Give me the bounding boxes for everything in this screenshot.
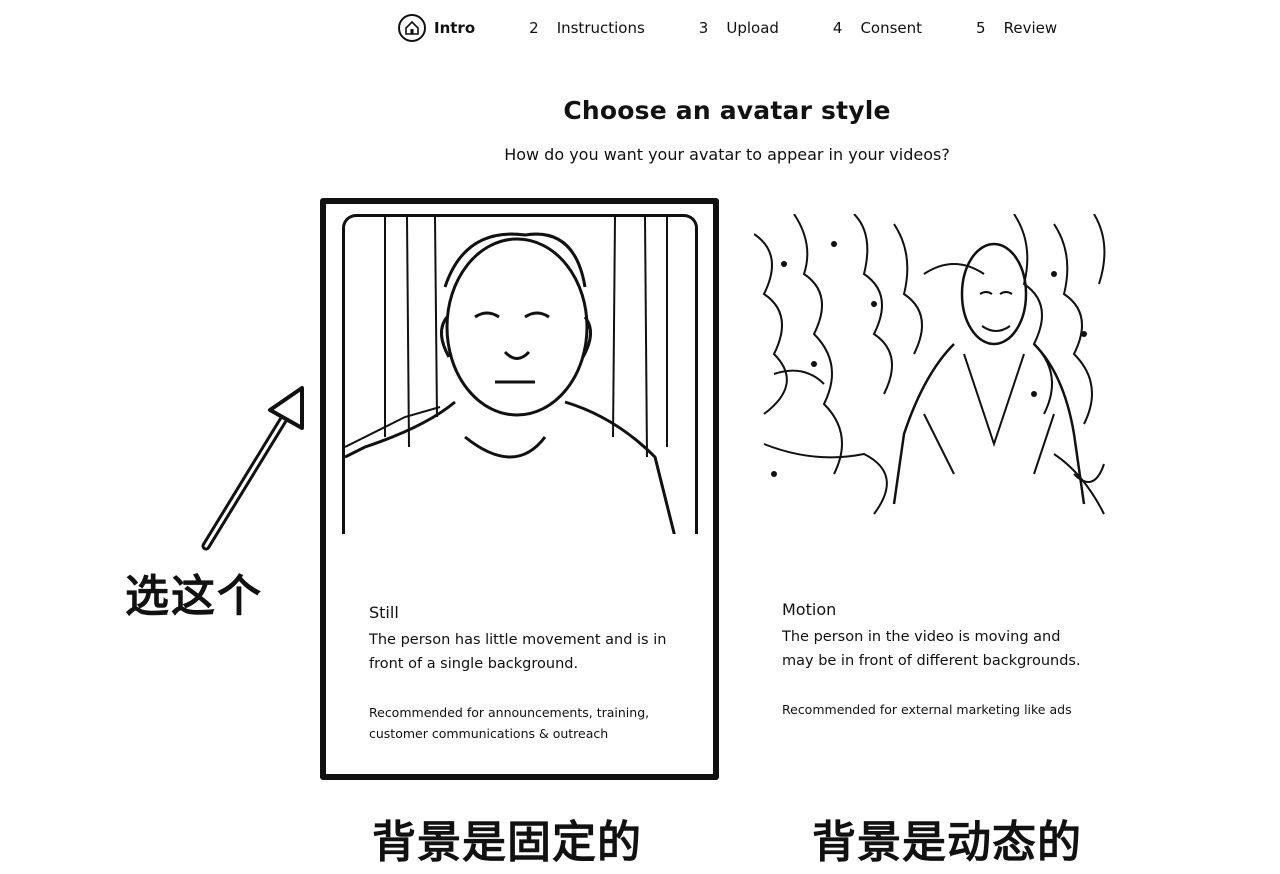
step-number: 4	[832, 19, 843, 37]
step-number: 5	[976, 19, 986, 37]
step-consent[interactable]: 4 Consent	[833, 19, 922, 37]
card-description: The person has little movement and is in…	[369, 632, 667, 672]
avatar-style-card-motion[interactable]: Motion The person in the video is moving…	[752, 212, 1114, 772]
home-icon	[398, 14, 426, 42]
card-description: The person in the video is moving and ma…	[782, 629, 1081, 669]
card-recommendation: Recommended for announcements, training,…	[369, 705, 650, 741]
annotation-still-caption: 背景是固定的	[372, 817, 642, 868]
step-label: Consent	[860, 19, 923, 37]
step-number: 3	[698, 19, 709, 37]
step-upload[interactable]: 3 Upload	[699, 19, 779, 37]
step-label: Instructions	[556, 19, 645, 37]
step-number: 2	[529, 19, 539, 37]
avatar-style-card-still[interactable]: Still The person has little movement and…	[320, 198, 719, 780]
progress-stepper: Intro 2 Instructions 3 Upload 4 Consent …	[398, 12, 1057, 44]
step-instructions[interactable]: 2 Instructions	[529, 19, 645, 37]
annotation-select-this: 选这个	[125, 571, 263, 622]
step-label: Review	[1003, 19, 1058, 37]
annotation-arrow-icon	[201, 386, 304, 551]
step-label: Upload	[726, 19, 779, 37]
step-label: Intro	[434, 19, 476, 37]
still-avatar-image	[342, 214, 698, 534]
card-recommendation: Recommended for external marketing like …	[782, 702, 1072, 717]
card-title: Still	[369, 603, 399, 622]
page-subtitle: How do you want your avatar to appear in…	[504, 145, 950, 164]
card-title: Motion	[782, 600, 837, 619]
page-title: Choose an avatar style	[563, 96, 891, 125]
annotation-motion-caption: 背景是动态的	[812, 817, 1082, 868]
step-intro[interactable]: Intro	[398, 14, 475, 42]
motion-avatar-image	[754, 214, 1112, 534]
step-review[interactable]: 5 Review	[976, 19, 1057, 37]
